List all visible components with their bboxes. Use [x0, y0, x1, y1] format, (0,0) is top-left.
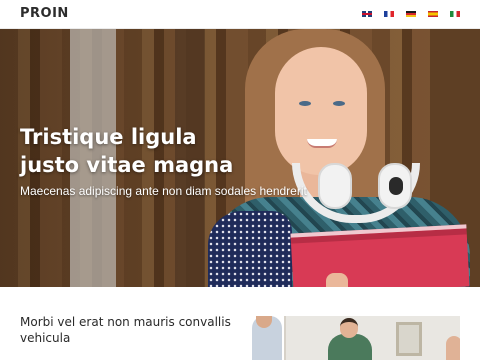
spain-flag-icon[interactable]: [428, 11, 438, 17]
hero-text-block: Tristique ligula justo vitae magna Maece…: [20, 123, 307, 198]
photo-person: [446, 336, 460, 360]
site-header: PROIN: [0, 0, 480, 29]
section-photo: [246, 316, 460, 360]
headphone-cup-right: [378, 163, 412, 209]
site-logo[interactable]: PROIN: [20, 6, 69, 21]
eye-right: [333, 101, 345, 106]
photo-wall-frame: [396, 322, 422, 356]
hero-banner: Tristique ligula justo vitae magna Maece…: [0, 29, 480, 287]
photo-person-head: [340, 318, 358, 338]
hero-photo-book: [290, 224, 470, 287]
smile: [307, 139, 337, 148]
france-flag-icon[interactable]: [384, 11, 394, 17]
language-switcher: [362, 11, 460, 17]
hero-title-line: Tristique ligula: [20, 125, 197, 149]
eye-left: [299, 101, 311, 106]
section-heading: Morbi vel erat non mauris convallis vehi…: [20, 315, 231, 345]
germany-flag-icon[interactable]: [406, 11, 416, 17]
hero-title: Tristique ligula justo vitae magna: [20, 123, 307, 179]
hero-subtitle: Maecenas adipiscing ante non diam sodale…: [20, 184, 307, 198]
hero-title-line: justo vitae magna: [20, 153, 234, 177]
headphone-cup-left: [318, 163, 352, 209]
hero-photo-backpack: [208, 211, 292, 287]
uk-flag-icon[interactable]: [362, 11, 372, 17]
italy-flag-icon[interactable]: [450, 11, 460, 17]
hero-photo-hand: [326, 273, 348, 287]
